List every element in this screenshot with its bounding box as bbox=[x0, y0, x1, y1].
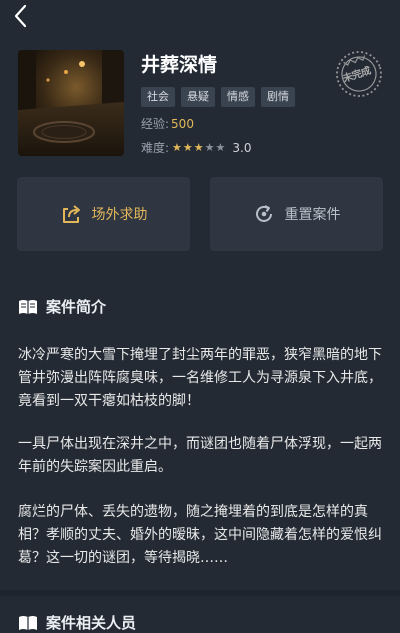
section-header-intro: 案件简介 bbox=[18, 296, 106, 317]
star-empty-icon: ★ bbox=[215, 140, 226, 154]
back-button[interactable] bbox=[8, 2, 36, 30]
reset-case-button[interactable]: 重置案件 bbox=[210, 177, 383, 251]
section-title: 案件简介 bbox=[46, 298, 107, 316]
star-filled-icon: ★ bbox=[172, 140, 182, 154]
difficulty-score: 3.0 bbox=[232, 140, 252, 155]
experience-row: 经验: 500 bbox=[141, 115, 194, 132]
star-filled-icon: ★ bbox=[193, 140, 204, 154]
difficulty-stars: ★ ★ ★ ★ ★ bbox=[172, 140, 226, 154]
reset-case-label: 重置案件 bbox=[284, 207, 341, 223]
experience-label: 经验: bbox=[141, 117, 170, 131]
section-header-people: 案件相关人员 bbox=[18, 612, 136, 633]
ask-for-help-label: 场外求助 bbox=[91, 207, 148, 223]
tag: 悬疑 bbox=[181, 87, 215, 107]
case-cover-image bbox=[18, 50, 124, 156]
open-book-icon bbox=[19, 299, 37, 314]
difficulty-row: 难度: ★ ★ ★ ★ ★ 3.0 bbox=[141, 139, 252, 156]
experience-value: 500 bbox=[171, 116, 194, 131]
intro-paragraph: 冰冷严寒的大雪下掩埋了封尘两年的罪恶，狭窄黑暗的地下管井弥漫出阵阵腐臭味，一名维… bbox=[18, 347, 382, 409]
tag-list: 社会 悬疑 情感 剧情 bbox=[141, 87, 295, 107]
tag: 情感 bbox=[221, 87, 255, 107]
tag: 剧情 bbox=[261, 87, 295, 107]
case-title: 井葬深情 bbox=[141, 54, 218, 76]
status-stamp: 未完成 bbox=[334, 49, 384, 99]
intro-paragraph: 腐烂的尸体、丢失的遗物，随之掩埋着的到底是怎样的真相？孝顺的丈夫、婚外的暧昧，这… bbox=[18, 504, 382, 566]
share-icon bbox=[62, 205, 80, 223]
tag: 社会 bbox=[141, 87, 175, 107]
difficulty-label: 难度: bbox=[141, 141, 170, 155]
divider bbox=[0, 590, 400, 596]
star-empty-icon: ★ bbox=[204, 140, 215, 154]
ask-for-help-button[interactable]: 场外求助 bbox=[17, 177, 190, 251]
refresh-icon bbox=[255, 205, 272, 222]
star-filled-icon: ★ bbox=[182, 140, 193, 154]
intro-paragraph: 一具尸体出现在深井之中，而谜团也随着尸体浮现，一起两年前的失踪案因此重启。 bbox=[18, 436, 382, 475]
section-title: 案件相关人员 bbox=[46, 614, 137, 632]
